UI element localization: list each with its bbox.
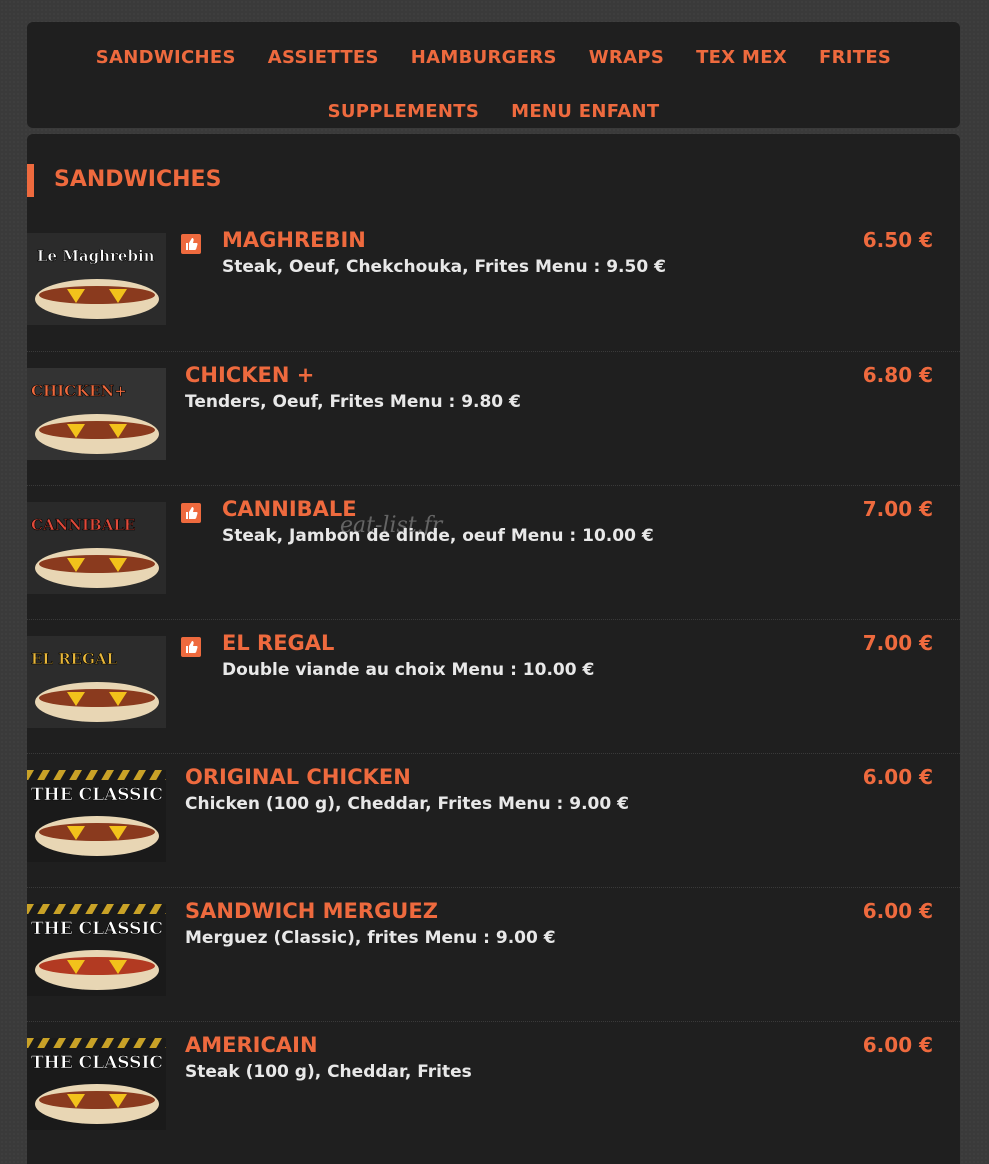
- menu-item-description: Chicken (100 g), Cheddar, Frites Menu : …: [185, 794, 629, 814]
- menu-item-name[interactable]: CANNIBALE: [222, 497, 357, 521]
- menu-item-image[interactable]: CHICKEN+: [27, 368, 166, 460]
- nav-sandwiches[interactable]: SANDWICHES: [96, 46, 236, 70]
- menu-item-price: 6.00 €: [862, 765, 933, 789]
- section-accent-bar: [27, 164, 34, 197]
- nav-row-1: SANDWICHES ASSIETTES HAMBURGERS WRAPS TEX ME…: [27, 47, 960, 82]
- thumb-label: THE CLASSIC: [31, 785, 163, 805]
- thumbs-up-icon[interactable]: [181, 234, 201, 254]
- menu-item-image[interactable]: THE CLASSIC: [27, 904, 166, 996]
- menu-item-name[interactable]: MAGHREBIN: [222, 228, 366, 252]
- thumbs-up-icon[interactable]: [181, 503, 201, 523]
- nav-wraps[interactable]: WRAPS: [589, 46, 664, 70]
- thumb-label: CHICKEN+: [31, 382, 127, 400]
- nav-tex-mex[interactable]: TEX MEX: [696, 46, 787, 70]
- menu-item[interactable]: THE CLASSIC SANDWICH MERGUEZ Merguez (Clas…: [27, 887, 960, 1022]
- menu-item-price: 7.00 €: [862, 631, 933, 655]
- menu-item-description: Tenders, Oeuf, Frites Menu : 9.80 €: [185, 392, 521, 412]
- menu-item-price: 6.00 €: [862, 1033, 933, 1057]
- menu-item[interactable]: EL REGAL EL REGAL Double viande au choix M…: [27, 619, 960, 754]
- thumbs-up-icon[interactable]: [181, 637, 201, 657]
- menu-item[interactable]: THE CLASSIC ORIGINAL CHICKEN Chicken (100 …: [27, 753, 960, 888]
- menu-item-image[interactable]: Le Maghrebin: [27, 233, 166, 325]
- thumb-label: CANNIBALE: [31, 516, 135, 534]
- thumb-label: THE CLASSIC: [31, 1053, 163, 1073]
- menu-item-name[interactable]: SANDWICH MERGUEZ: [185, 899, 438, 923]
- menu-item-image[interactable]: CANNIBALE: [27, 502, 166, 594]
- menu-item-name[interactable]: EL REGAL: [222, 631, 334, 655]
- thumb-label: Le Maghrebin: [37, 247, 155, 265]
- menu-item-description: Steak (100 g), Cheddar, Frites: [185, 1062, 472, 1082]
- nav-row-2: SUPPLEMENTS MENU ENFANT: [27, 101, 960, 136]
- category-nav: SANDWICHES ASSIETTES HAMBURGERS WRAPS TEX ME…: [27, 22, 960, 128]
- menu-item[interactable]: THE CLASSIC AMERICAIN Steak (100 g), Chedd…: [27, 1021, 960, 1156]
- menu-item-description: Merguez (Classic), frites Menu : 9.00 €: [185, 928, 556, 948]
- menu-item-image[interactable]: THE CLASSIC: [27, 1038, 166, 1130]
- section-title: SANDWICHES: [54, 167, 222, 192]
- menu-item-name[interactable]: ORIGINAL CHICKEN: [185, 765, 411, 789]
- nav-assiettes[interactable]: ASSIETTES: [268, 46, 379, 70]
- menu-item-price: 7.00 €: [862, 497, 933, 521]
- menu-item-image[interactable]: THE CLASSIC: [27, 770, 166, 862]
- thumb-label: EL REGAL: [31, 650, 118, 668]
- menu-item-description: Double viande au choix Menu : 10.00 €: [222, 660, 595, 680]
- nav-hamburgers[interactable]: HAMBURGERS: [411, 46, 557, 70]
- menu-item-price: 6.50 €: [862, 228, 933, 252]
- menu-item[interactable]: Le Maghrebin MAGHREBIN Steak, Oeuf, Chekch…: [27, 217, 960, 351]
- menu-item[interactable]: CHICKEN+ CHICKEN + Tenders, Oeuf, Frites M…: [27, 351, 960, 486]
- watermark: eat-list.fr: [340, 513, 443, 538]
- nav-frites[interactable]: FRITES: [819, 46, 891, 70]
- menu-item[interactable]: CANNIBALE CANNIBALE Steak, Jambon de dinde…: [27, 485, 960, 620]
- nav-menu-enfant[interactable]: MENU ENFANT: [511, 100, 659, 124]
- menu-item-image[interactable]: EL REGAL: [27, 636, 166, 728]
- menu-item-name[interactable]: CHICKEN +: [185, 363, 314, 387]
- menu-item-description: Steak, Oeuf, Chekchouka, Frites Menu : 9…: [222, 257, 666, 277]
- menu-item-price: 6.80 €: [862, 363, 933, 387]
- thumb-label: THE CLASSIC: [31, 919, 163, 939]
- menu-item-price: 6.00 €: [862, 899, 933, 923]
- nav-supplements[interactable]: SUPPLEMENTS: [328, 100, 480, 124]
- menu-item-name[interactable]: AMERICAIN: [185, 1033, 318, 1057]
